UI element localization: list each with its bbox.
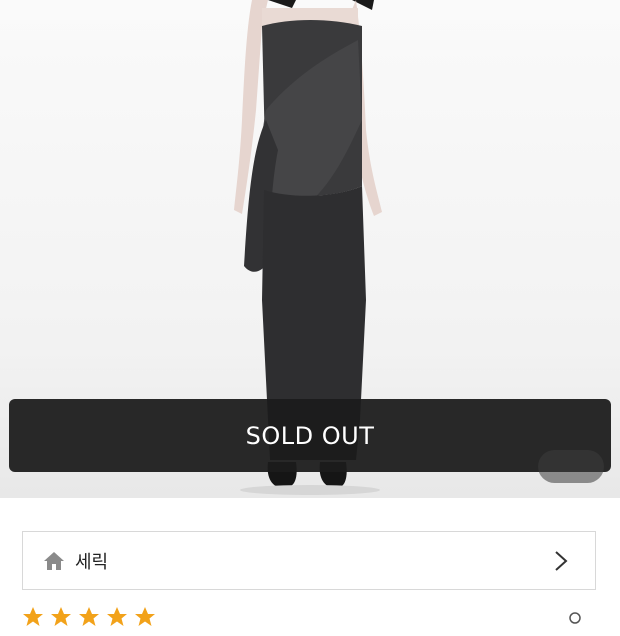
- home-icon: [43, 550, 65, 572]
- share-icon[interactable]: [568, 610, 582, 624]
- star-icon: [134, 606, 156, 628]
- star-icon: [106, 606, 128, 628]
- star-icon: [50, 606, 72, 628]
- rating-stars: [22, 606, 602, 636]
- star-icon: [78, 606, 100, 628]
- star-icon: [22, 606, 44, 628]
- sold-out-label: SOLD OUT: [245, 421, 375, 450]
- shop-link-row[interactable]: 세릭: [22, 531, 596, 590]
- image-pager-pill[interactable]: [538, 450, 604, 483]
- product-image[interactable]: SOLD OUT: [0, 0, 620, 498]
- sold-out-banner: SOLD OUT: [9, 399, 611, 472]
- chevron-right-icon: [553, 550, 569, 572]
- shop-name: 세릭: [75, 551, 109, 573]
